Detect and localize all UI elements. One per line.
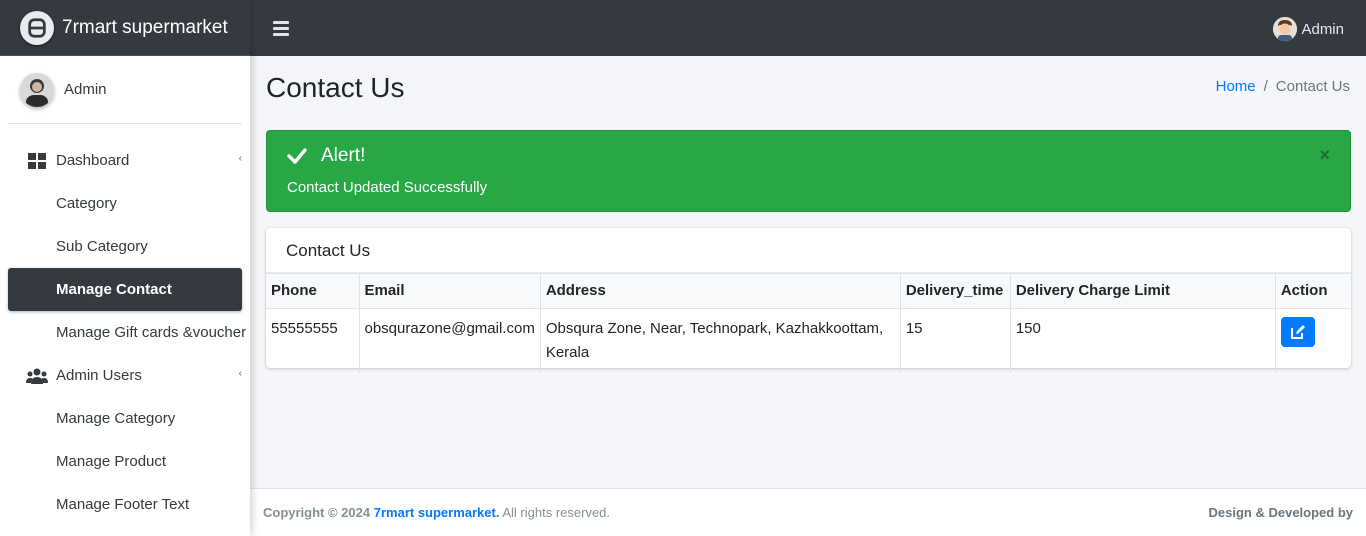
navbar-user-name: Admin <box>1301 20 1344 38</box>
column-header: Delivery_time <box>899 273 1011 309</box>
edit-button[interactable] <box>1280 317 1315 347</box>
alert-message: Contact Updated Successfully <box>287 179 488 196</box>
close-icon[interactable]: × <box>1319 145 1330 166</box>
dashboard-icon <box>26 152 48 169</box>
avatar <box>20 72 54 107</box>
users-icon <box>26 368 48 384</box>
sidebar-item-manage-category[interactable]: Manage Category <box>8 397 242 440</box>
column-header: Phone <box>266 273 360 309</box>
breadcrumb-home-link[interactable]: Home <box>1216 78 1256 95</box>
column-header: Address <box>539 273 901 309</box>
sidebar: 7rmart supermarket Admin Dashboard ‹ Cat… <box>0 0 250 536</box>
brand-logo-icon <box>20 10 54 45</box>
avatar <box>1273 17 1298 41</box>
address-cell: Obsqura Zone, Near, Technopark, Kazhakko… <box>539 308 901 373</box>
contact-card: Contact Us Phone Email Address Delivery_… <box>266 228 1351 373</box>
table-row: 55555555 obsqurazone@gmail.com Obsqura Z… <box>266 308 1351 373</box>
table-header-row: Phone Email Address Delivery_time Delive… <box>266 273 1351 309</box>
sidebar-item-manage-contact[interactable]: Manage Contact <box>8 268 242 311</box>
alert-header: Alert! <box>287 145 365 167</box>
breadcrumb-current: Contact Us <box>1275 78 1350 95</box>
sidebar-item-manage-product[interactable]: Manage Product <box>8 440 242 483</box>
success-alert: Alert! Contact Updated Successfully × <box>266 130 1351 212</box>
sidebar-item-admin-users[interactable]: Admin Users ‹ <box>8 354 242 397</box>
sidebar-item-dashboard[interactable]: Dashboard ‹ <box>8 139 242 182</box>
sidebar-item-label: Manage Gift cards &voucher <box>56 324 247 341</box>
menu-toggle-icon[interactable] <box>273 20 289 36</box>
main-content: Contact Us Home / Contact Us Alert! Contac… <box>250 56 1366 488</box>
email-cell: obsqurazone@gmail.com <box>358 308 541 373</box>
footer-rights: All rights reserved. <box>502 505 611 520</box>
breadcrumb-separator: / <box>1263 78 1268 95</box>
sidebar-item-manage-footer-text[interactable]: Manage Footer Text <box>8 483 242 526</box>
footer-credit: Design & Developed by <box>1208 505 1353 520</box>
contact-table: Phone Email Address Delivery_time Delive… <box>266 273 1351 373</box>
card-title: Contact Us <box>266 228 1351 273</box>
column-header: Email <box>358 273 541 309</box>
footer-copyright-text: Copyright © 2024 <box>263 505 371 520</box>
phone-cell: 55555555 <box>266 308 360 373</box>
chevron-left-icon: ‹ <box>238 153 242 164</box>
sidebar-item-sub-category[interactable]: Sub Category <box>8 225 242 268</box>
sidebar-item-label: Sub Category <box>56 238 148 255</box>
column-header: Action <box>1274 273 1351 309</box>
sidebar-user-name: Admin <box>64 81 107 98</box>
footer-copyright: Copyright © 2024 7rmart supermarket. All… <box>263 505 610 520</box>
sidebar-item-manage-gift-cards[interactable]: Manage Gift cards &voucher <box>8 311 246 354</box>
brand-link[interactable]: 7rmart supermarket <box>0 0 250 56</box>
navbar-user-menu[interactable]: Admin <box>1273 17 1344 41</box>
delivery-charge-limit-cell: 150 <box>1009 308 1276 373</box>
chevron-left-icon: ‹ <box>238 368 242 379</box>
edit-icon <box>1290 325 1305 339</box>
alert-title: Alert! <box>321 145 366 166</box>
brand-name: 7rmart supermarket <box>62 16 228 38</box>
sidebar-item-label: Dashboard <box>56 152 130 169</box>
action-cell <box>1274 308 1351 373</box>
sidebar-item-label: Manage Contact <box>56 281 172 298</box>
sidebar-nav: Dashboard ‹ Category Sub Category Manage… <box>0 139 250 526</box>
check-icon <box>287 148 307 164</box>
top-navbar: Admin <box>250 0 1366 56</box>
column-header: Delivery Charge Limit <box>1009 273 1276 309</box>
sidebar-item-label: Manage Footer Text <box>56 496 190 513</box>
sidebar-item-label: Admin Users <box>56 367 142 384</box>
page-title: Contact Us <box>266 72 405 103</box>
sidebar-item-label: Category <box>56 195 117 212</box>
footer-brand-link[interactable]: 7rmart supermarket. <box>374 505 500 520</box>
sidebar-item-category[interactable]: Category <box>8 182 242 225</box>
sidebar-item-label: Manage Category <box>56 410 176 427</box>
sidebar-item-label: Manage Product <box>56 453 167 470</box>
delivery-time-cell: 15 <box>899 308 1011 373</box>
user-panel[interactable]: Admin <box>8 56 242 124</box>
footer: Copyright © 2024 7rmart supermarket. All… <box>250 488 1366 536</box>
breadcrumb: Home / Contact Us <box>1216 78 1350 95</box>
